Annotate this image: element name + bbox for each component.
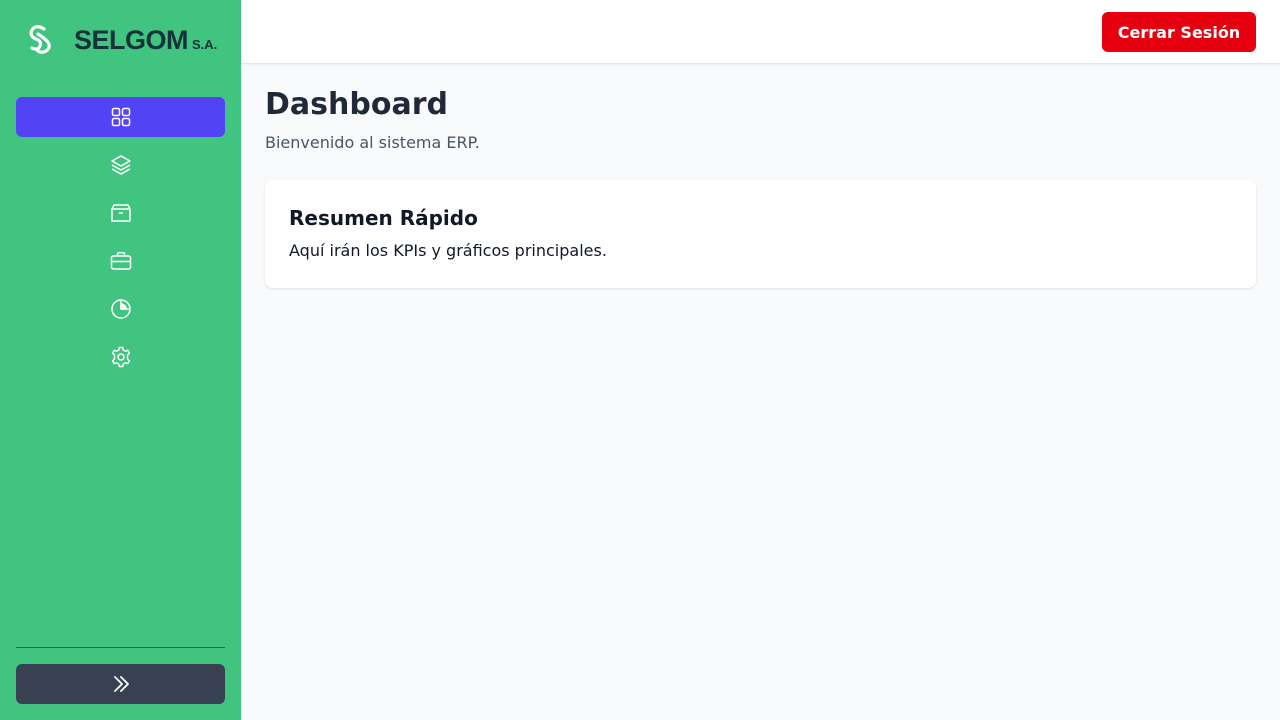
- pie-chart-icon: [110, 299, 131, 319]
- top-header: Cerrar Sesión: [241, 0, 1280, 64]
- sidebar-nav: [16, 97, 225, 385]
- sidebar-toggle-button[interactable]: [16, 664, 225, 704]
- sidebar-item-settings[interactable]: [16, 337, 225, 377]
- sidebar: SELGOM S.A.: [0, 0, 241, 720]
- layers-icon: [110, 155, 131, 175]
- sidebar-item-briefcase[interactable]: [16, 241, 225, 281]
- chevron-double-right-icon: [113, 676, 129, 692]
- sidebar-divider: [16, 647, 225, 648]
- sidebar-item-inventory[interactable]: [16, 193, 225, 233]
- logout-button[interactable]: Cerrar Sesión: [1102, 12, 1256, 52]
- brand-name: SELGOM: [74, 25, 189, 55]
- summary-card: Resumen Rápido Aquí irán los KPIs y gráf…: [265, 180, 1256, 288]
- archive-box-icon: [110, 204, 131, 222]
- page-title: Dashboard: [265, 87, 448, 122]
- gear-icon: [111, 346, 130, 368]
- card-title: Resumen Rápido: [289, 206, 478, 230]
- briefcase-icon: [110, 252, 131, 270]
- brand-suffix: S.A.: [192, 36, 218, 52]
- dashboard-grid-icon: [111, 107, 130, 127]
- page-subtitle: Bienvenido al sistema ERP.: [265, 133, 480, 152]
- brand-logo[interactable]: SELGOM S.A.: [24, 20, 229, 60]
- sidebar-item-dashboard[interactable]: [16, 97, 225, 137]
- sidebar-item-layers[interactable]: [16, 145, 225, 185]
- card-text: Aquí irán los KPIs y gráficos principale…: [289, 241, 607, 260]
- sidebar-item-reports[interactable]: [16, 289, 225, 329]
- selgom-logo-icon: [29, 25, 51, 54]
